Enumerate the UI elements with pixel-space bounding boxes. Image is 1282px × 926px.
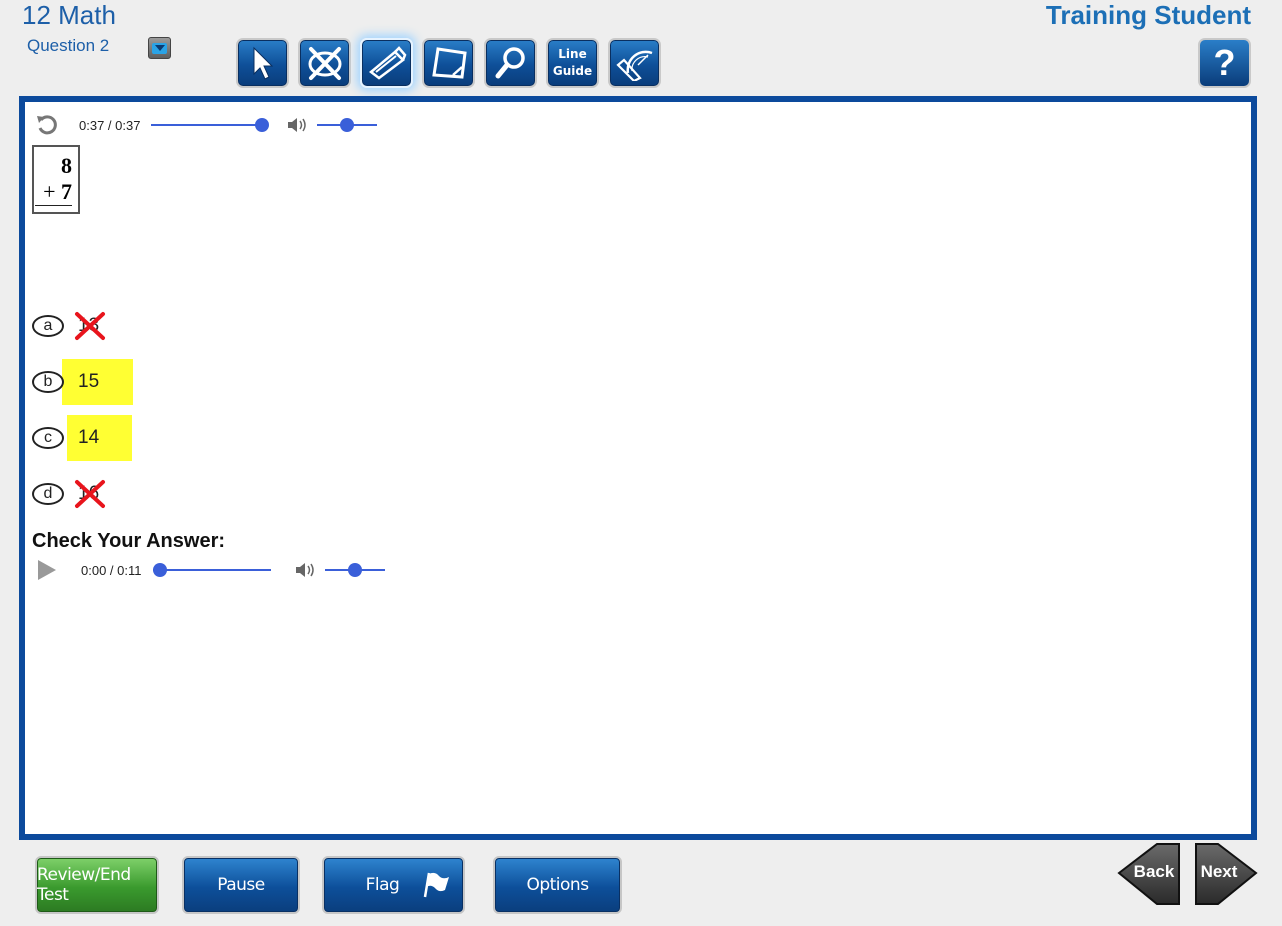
tool-bar: Line Guide (236, 38, 661, 88)
audio-time: 0:37 / 0:37 (79, 117, 141, 133)
choice-bubble[interactable]: b (32, 371, 64, 393)
volume-slider[interactable] (325, 563, 385, 577)
pause-button[interactable]: Pause (182, 856, 300, 914)
math-problem: 8 + 7 (32, 145, 80, 214)
flag-icon (424, 872, 450, 898)
volume-slider[interactable] (317, 118, 377, 132)
choice-a[interactable]: a 13 (32, 303, 105, 349)
back-button[interactable]: Back (1117, 842, 1183, 908)
flag-label: Flag (365, 875, 400, 895)
question-label: Question 2 (27, 36, 110, 55)
play-icon[interactable] (35, 559, 57, 581)
arrow-cursor-icon (253, 46, 273, 80)
test-title: 12 Math (22, 0, 116, 30)
magnifier-button[interactable] (484, 38, 537, 88)
problem-bottom-line: + 7 (35, 179, 72, 206)
eliminator-icon (308, 47, 341, 80)
volume-knob[interactable] (340, 118, 354, 132)
ruler-protractor-icon (615, 50, 652, 81)
choice-bubble[interactable]: a (32, 315, 64, 337)
next-button[interactable]: Next (1192, 842, 1258, 908)
flag-button[interactable]: Flag (322, 856, 465, 914)
eliminate-x-icon (75, 312, 105, 340)
line-guide-label-line1: Line (558, 47, 587, 61)
volume-knob[interactable] (348, 563, 362, 577)
bottom-navigation: Review/End Test Pause Flag Options Back (0, 843, 1282, 916)
audio-progress-slider[interactable] (151, 118, 269, 132)
chevron-down-icon (152, 42, 167, 54)
choice-d[interactable]: d 16 (32, 471, 105, 517)
audio-progress-knob[interactable] (153, 563, 167, 577)
line-guide-label-line2: Guide (552, 64, 593, 78)
review-end-test-button[interactable]: Review/End Test (35, 856, 159, 914)
question-dropdown-button[interactable] (148, 37, 171, 59)
note-icon (431, 47, 467, 79)
volume-icon[interactable] (295, 561, 317, 579)
back-label: Back (1133, 862, 1175, 881)
student-name: Training Student (1045, 0, 1251, 30)
highlight-mark (67, 415, 132, 461)
check-answer-label: Check Your Answer: (32, 530, 226, 552)
choice-text: 15 (78, 371, 100, 392)
eliminate-x-icon (75, 480, 105, 508)
audio-progress-slider[interactable] (153, 563, 271, 577)
problem-top-number: 8 (61, 153, 72, 178)
check-answer-audio-player: 0:00 / 0:11 (35, 559, 385, 581)
line-guide-button[interactable]: Line Guide (546, 38, 599, 88)
audio-time: 0:00 / 0:11 (81, 562, 142, 578)
answer-eliminator-button[interactable] (298, 38, 351, 88)
pointer-tool-button[interactable] (236, 38, 289, 88)
choice-bubble[interactable]: d (32, 483, 64, 505)
choice-text: 14 (78, 427, 100, 448)
highlighter-icon (368, 46, 406, 80)
help-button[interactable]: ? (1198, 38, 1251, 88)
protractor-button[interactable] (608, 38, 661, 88)
volume-icon[interactable] (287, 116, 309, 134)
question-audio-player: 0:37 / 0:37 (35, 113, 377, 137)
question-panel: 0:37 / 0:37 8 + 7 a 13 b 15 (19, 96, 1257, 840)
options-button[interactable]: Options (493, 856, 622, 914)
choice-bubble[interactable]: c (32, 427, 64, 449)
problem-operator: + (43, 179, 56, 204)
next-label: Next (1200, 862, 1238, 881)
problem-bottom-number: 7 (61, 179, 72, 204)
replay-icon[interactable] (35, 113, 59, 137)
audio-progress-knob[interactable] (255, 118, 269, 132)
sticky-note-button[interactable] (422, 38, 475, 88)
magnifier-icon (495, 47, 525, 79)
highlighter-button[interactable] (360, 38, 413, 88)
